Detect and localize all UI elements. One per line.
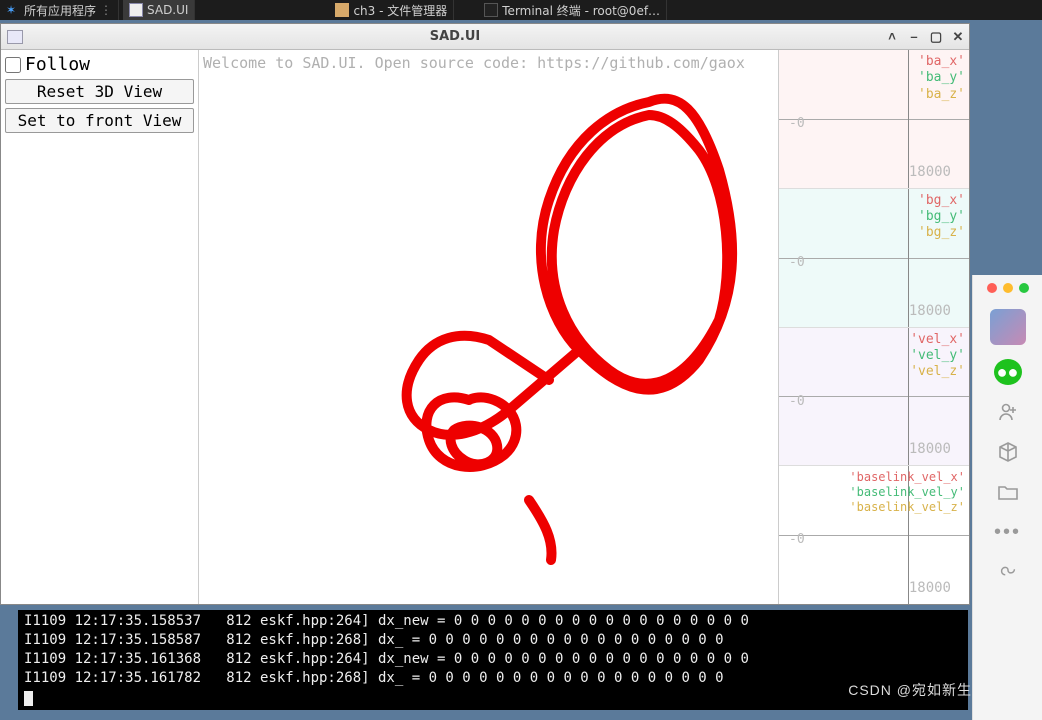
terminal-output[interactable]: I1109 12:17:35.158537 812 eskf.hpp:264] …	[18, 610, 968, 710]
folder-icon[interactable]	[995, 479, 1021, 505]
plot-xtick: 18000	[909, 580, 951, 596]
apps-menu[interactable]: ✶ 所有应用程序 ⋮	[0, 0, 119, 20]
plot-bg[interactable]: -0 'bg_x' 'bg_y' 'bg_z' 18000	[779, 188, 969, 327]
window-icon	[129, 3, 143, 17]
max-dot-icon[interactable]	[1019, 283, 1029, 293]
contacts-icon[interactable]	[995, 399, 1021, 425]
watermark: CSDN @宛如新生	[848, 680, 972, 700]
close-dot-icon[interactable]	[987, 283, 997, 293]
miniprogram-icon[interactable]	[995, 559, 1021, 585]
term-line: I1109 12:17:35.158537 812 eskf.hpp:264] …	[24, 613, 749, 629]
follow-label: Follow	[25, 54, 90, 75]
task-item-files[interactable]: ch3 - 文件管理器	[329, 0, 454, 20]
apps-icon: ✶	[6, 3, 20, 17]
menu-chevron-icon: ⋮	[100, 3, 112, 17]
plot-xtick: 18000	[909, 164, 951, 180]
3d-viewport[interactable]: Welcome to SAD.UI. Open source code: htt…	[199, 50, 779, 604]
minimize-button[interactable]: –	[905, 29, 923, 45]
avatar[interactable]	[990, 309, 1026, 345]
plot-panel: -0 'ba_x' 'ba_y' 'ba_z' 18000 -0 'bg_x' …	[779, 50, 969, 604]
taskbar: ✶ 所有应用程序 ⋮ SAD.UI ch3 - 文件管理器 Terminal 终…	[0, 0, 1042, 20]
plot-legend: 'bg_x' 'bg_y' 'bg_z'	[918, 193, 965, 242]
term-line: I1109 12:17:35.161368 812 eskf.hpp:264] …	[24, 651, 749, 667]
maximize-button[interactable]: ▢	[927, 29, 945, 45]
follow-checkbox[interactable]	[5, 57, 21, 73]
task-label: Terminal 终端 - root@0ef…	[502, 2, 660, 19]
terminal-icon	[484, 3, 498, 17]
app-icon	[7, 30, 23, 44]
side-dock: ●● •••	[972, 275, 1042, 720]
task-label: ch3 - 文件管理器	[353, 2, 447, 19]
front-view-button[interactable]: Set to front View	[5, 108, 194, 133]
task-label: SAD.UI	[147, 3, 188, 17]
rollup-button[interactable]: ˄	[883, 29, 901, 45]
control-panel: Follow Reset 3D View Set to front View	[1, 50, 199, 604]
window-body: Follow Reset 3D View Set to front View W…	[1, 50, 969, 604]
plot-vel[interactable]: -0 'vel_x' 'vel_y' 'vel_z' 18000	[779, 327, 969, 466]
titlebar[interactable]: SAD.UI ˄ – ▢ ✕	[1, 24, 969, 50]
term-line: I1109 12:17:35.161782 812 eskf.hpp:268] …	[24, 670, 724, 686]
term-line: I1109 12:17:35.158587 812 eskf.hpp:268] …	[24, 632, 724, 648]
plot-zero: -0	[789, 255, 805, 270]
folder-icon	[335, 3, 349, 17]
apps-label: 所有应用程序	[24, 2, 96, 19]
task-item-sadui[interactable]: SAD.UI	[123, 0, 195, 20]
plot-zero: -0	[789, 394, 805, 409]
plot-xtick: 18000	[909, 303, 951, 319]
plot-zero: -0	[789, 116, 805, 131]
trajectory-path	[319, 80, 749, 580]
task-item-terminal[interactable]: Terminal 终端 - root@0ef…	[478, 0, 667, 20]
min-dot-icon[interactable]	[1003, 283, 1013, 293]
plot-xtick: 18000	[909, 441, 951, 457]
terminal-cursor	[24, 691, 33, 706]
window-title: SAD.UI	[29, 29, 881, 44]
follow-checkbox-row[interactable]: Follow	[5, 54, 194, 75]
welcome-text: Welcome to SAD.UI. Open source code: htt…	[203, 54, 745, 72]
more-icon[interactable]: •••	[995, 519, 1021, 545]
plot-legend: 'vel_x' 'vel_y' 'vel_z'	[910, 332, 965, 381]
chat-icon[interactable]: ●●	[994, 359, 1022, 385]
traffic-lights[interactable]	[987, 281, 1029, 295]
sadui-window: SAD.UI ˄ – ▢ ✕ Follow Reset 3D View Set …	[0, 23, 970, 605]
reset-3d-button[interactable]: Reset 3D View	[5, 79, 194, 104]
close-button[interactable]: ✕	[949, 29, 967, 45]
plot-legend: 'baselink_vel_x' 'baselink_vel_y' 'basel…	[849, 470, 965, 515]
cube-icon[interactable]	[995, 439, 1021, 465]
plot-baselink[interactable]: -0 'baselink_vel_x' 'baselink_vel_y' 'ba…	[779, 465, 969, 604]
plot-legend: 'ba_x' 'ba_y' 'ba_z'	[918, 54, 965, 103]
plot-ba[interactable]: -0 'ba_x' 'ba_y' 'ba_z' 18000	[779, 50, 969, 188]
plot-zero: -0	[789, 532, 805, 547]
